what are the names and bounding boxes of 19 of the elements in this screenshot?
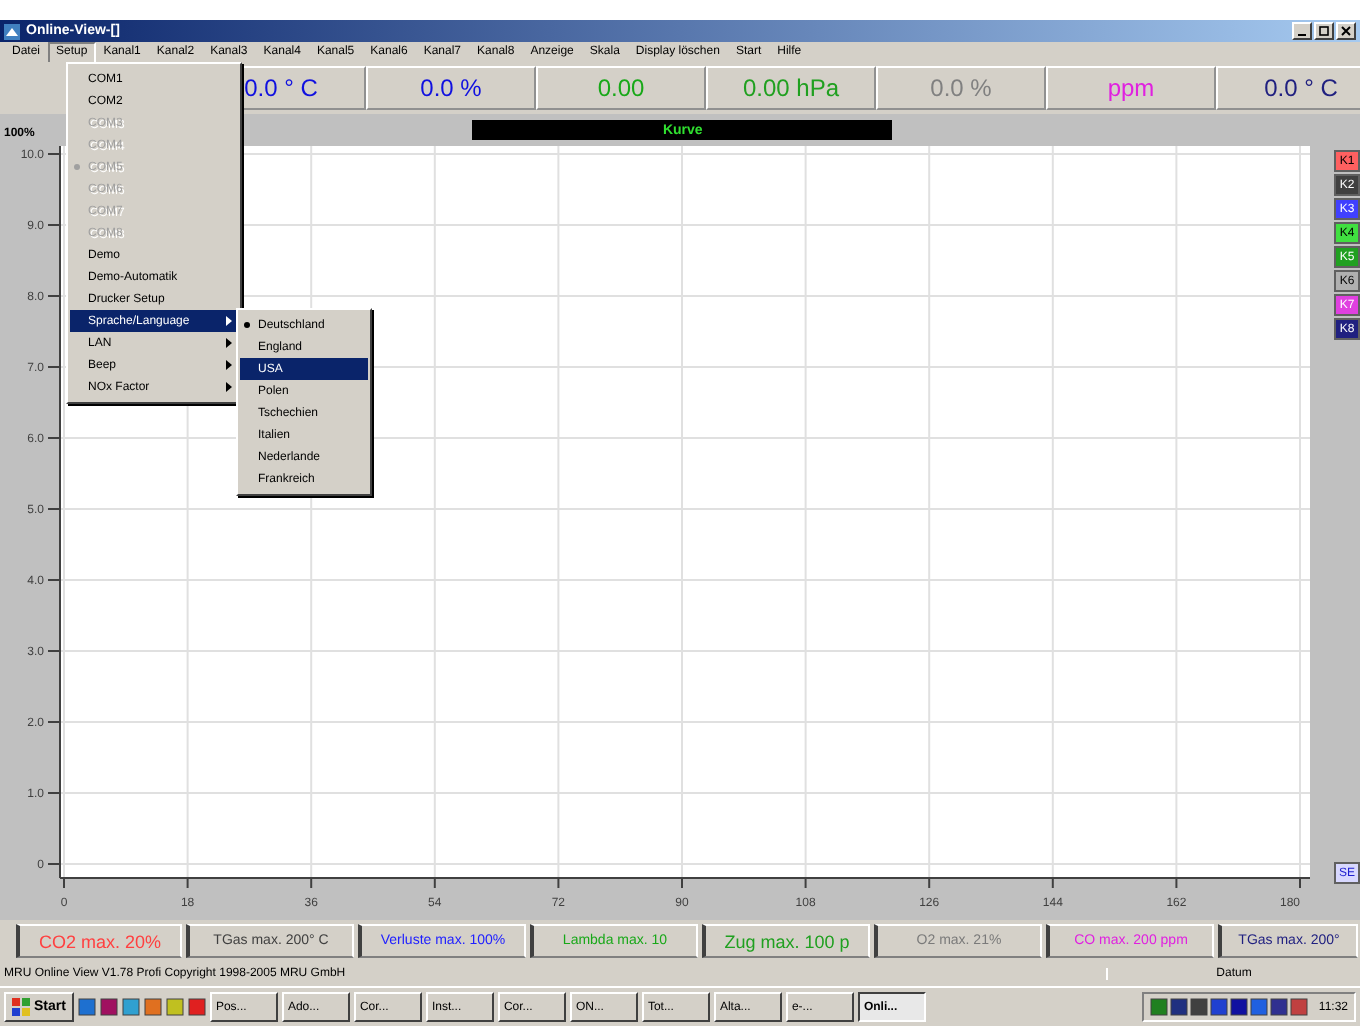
- reading-value: 0.0 ° C: [1216, 66, 1360, 110]
- max-value: CO2 max. 20%: [16, 924, 182, 958]
- submenu-arrow-icon: [226, 382, 232, 392]
- submenu-arrow-icon: [226, 316, 232, 326]
- bullet-icon: [244, 322, 250, 328]
- flag-icon: [12, 998, 30, 1016]
- submenu-arrow-icon: [226, 338, 232, 348]
- minimize-button[interactable]: [1292, 22, 1312, 40]
- reading-value: 0.00: [536, 66, 706, 110]
- bullet-icon: [74, 164, 80, 170]
- reading-value: 0.0 %: [876, 66, 1046, 110]
- maximize-button[interactable]: [1314, 22, 1334, 40]
- reading-value: 0.00 hPa: [706, 66, 876, 110]
- max-value: Zug max. 100 p: [702, 924, 870, 958]
- reading-value: 0.0 %: [366, 66, 536, 110]
- submenu-arrow-icon: [226, 360, 232, 370]
- close-button[interactable]: [1336, 22, 1356, 40]
- reading-value: ppm: [1046, 66, 1216, 110]
- app-icon: [4, 23, 20, 39]
